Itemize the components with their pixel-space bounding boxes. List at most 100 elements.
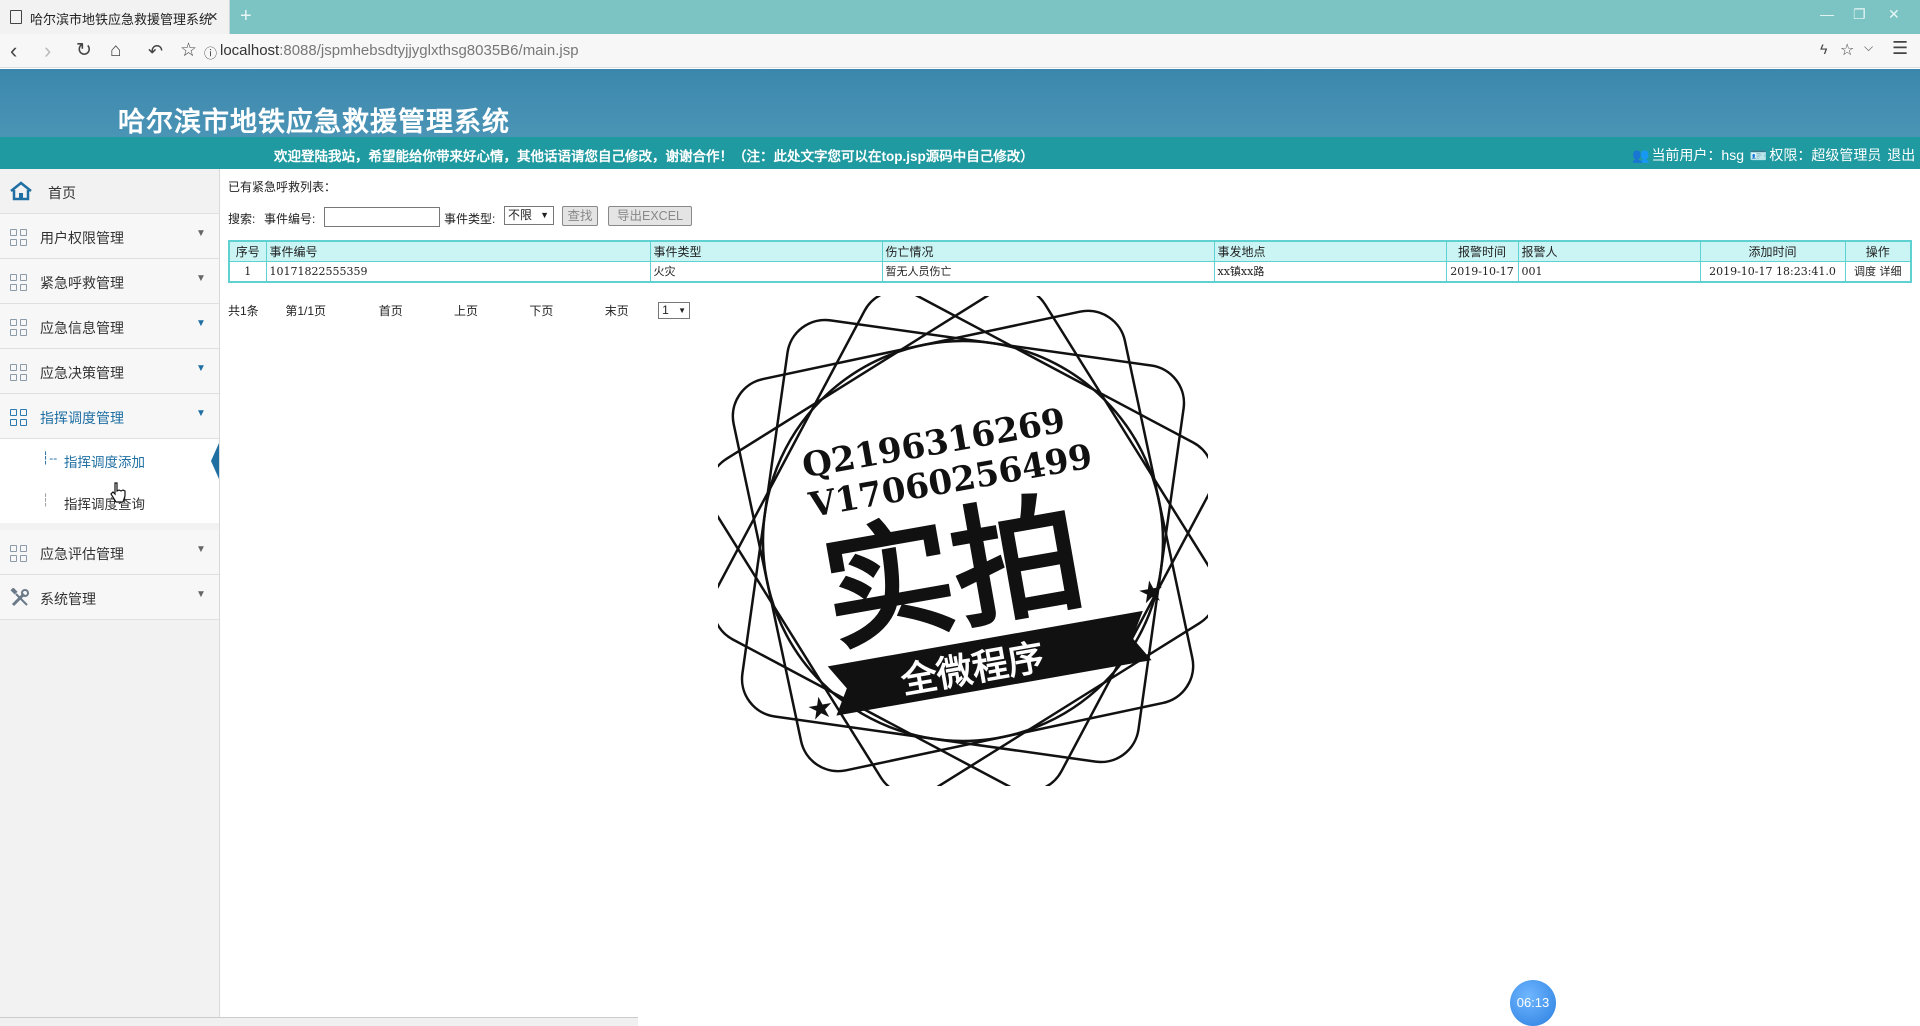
sidebar-item-label: 应急评估管理	[40, 546, 124, 562]
new-tab-button[interactable]: +	[240, 5, 252, 28]
url-field[interactable]: localhost:8088/jspmhebsdtyjjyglxthsg8035…	[220, 42, 579, 59]
chevron-down-icon: ▼	[196, 228, 206, 239]
chevron-down-icon: ▼	[196, 544, 206, 555]
current-user: 当前用户：hsg	[1651, 147, 1745, 163]
browser-tab[interactable]: 哈尔滨市地铁应急救援管理系统 ×	[0, 0, 230, 34]
welcome-text: 欢迎登陆我站，希望能给你带来好心情，其他话语请您自己修改，谢谢合作！（注：此处文…	[274, 149, 1034, 164]
tree-line: ┆--	[42, 451, 58, 465]
grid-icon	[10, 364, 28, 382]
sidebar-item-label: 首页	[48, 185, 76, 201]
event-type-select[interactable]: 不限 ▼	[504, 206, 554, 225]
logout-link[interactable]: 退出	[1887, 147, 1915, 163]
forward-icon[interactable]: ›	[44, 38, 51, 64]
star-icon: ★	[804, 690, 836, 727]
event-no-label: 事件编号:	[264, 212, 316, 226]
timer-badge[interactable]: 06:13	[1510, 980, 1556, 1026]
column-header: 操作	[1844, 240, 1912, 262]
column-header: 伤亡情况	[881, 240, 1215, 262]
role-icon: 🪪	[1749, 147, 1768, 163]
cell-index: 1	[228, 260, 267, 283]
grid-icon	[10, 409, 28, 427]
page-select[interactable]: 1 ▼	[658, 302, 691, 319]
dispatch-link[interactable]: 调度	[1854, 265, 1876, 278]
restore-icon[interactable]: ❐	[1853, 6, 1866, 23]
cell-reporter: 001	[1517, 260, 1701, 283]
sidebar-item-system[interactable]: 系统管理 ▼	[0, 575, 219, 620]
pager-first[interactable]: 首页	[379, 302, 451, 319]
home-icon	[10, 181, 32, 201]
pager-next[interactable]: 下页	[529, 302, 601, 319]
list-title: 已有紧急呼救列表：	[228, 180, 337, 194]
reload-icon[interactable]: ↻	[76, 38, 92, 64]
chevron-down-icon: ▼	[540, 210, 549, 220]
sidebar-item-home[interactable]: 首页	[0, 169, 219, 214]
column-header: 序号	[228, 240, 267, 262]
chevron-down-icon: ▼	[196, 408, 206, 419]
grid-icon	[10, 319, 28, 337]
table-row: 1 10171822555359 火灾 暂无人员伤亡 xx镇xx路 2019-1…	[228, 260, 1912, 283]
back-icon[interactable]: ‹	[10, 38, 17, 64]
search-row: 搜索: 事件编号: 事件类型: 不限 ▼ 查找 导出EXCEL	[228, 206, 708, 229]
sidebar-item-emergency-call[interactable]: 紧急呼救管理 ▼	[0, 259, 219, 304]
close-window-icon[interactable]: ✕	[1888, 6, 1900, 23]
submenu-item-label: 指挥调度添加	[64, 455, 145, 470]
column-header: 报警时间	[1445, 240, 1519, 262]
sidebar-item-emergency-assessment[interactable]: 应急评估管理 ▼	[0, 530, 219, 575]
sidebar-item-label: 应急信息管理	[40, 320, 124, 336]
sidebar-item-emergency-info[interactable]: 应急信息管理 ▼	[0, 304, 219, 349]
dropdown-icon[interactable]: ⌵	[1864, 40, 1873, 55]
submenu-item-label: 指挥调度查询	[64, 497, 145, 512]
column-header: 事件编号	[265, 240, 651, 262]
sidebar-item-label: 指挥调度管理	[40, 410, 124, 426]
pager-prev[interactable]: 上页	[454, 302, 526, 319]
bookmark-star-icon[interactable]: ☆	[180, 38, 197, 64]
tree-line: ┆	[42, 493, 50, 507]
minimize-icon[interactable]: —	[1820, 6, 1834, 22]
event-no-input[interactable]	[324, 207, 440, 227]
search-label: 搜索:	[228, 212, 256, 226]
chevron-down-icon: ▼	[196, 273, 206, 284]
cell-casualty: 暂无人员伤亡	[881, 260, 1215, 283]
cell-event-type: 火灾	[649, 260, 883, 283]
tab-title: 哈尔滨市地铁应急救援管理系统	[30, 12, 213, 27]
pager-total: 共1条	[228, 304, 259, 318]
chevron-down-icon: ▼	[196, 363, 206, 374]
search-button[interactable]: 查找	[562, 206, 598, 226]
column-header: 添加时间	[1699, 240, 1846, 262]
grid-icon	[10, 229, 28, 247]
user-icon: 👥	[1632, 147, 1650, 163]
star-icon: ★	[1135, 574, 1167, 611]
chevron-down-icon: ▼	[196, 318, 206, 329]
favorite-star-icon[interactable]: ☆	[1840, 40, 1854, 60]
detail-link[interactable]: 详细	[1880, 265, 1902, 278]
page-icon	[10, 10, 22, 24]
home-icon[interactable]: ⌂	[110, 38, 121, 64]
sidebar-item-label: 应急决策管理	[40, 365, 124, 381]
url-path: :8088/jspmhebsdtyjjyglxthsg8035B6/main.j…	[279, 42, 579, 59]
grid-icon	[10, 545, 28, 563]
undo-icon[interactable]: ↶	[148, 38, 163, 64]
submenu-item-dispatch-add[interactable]: ┆-- 指挥调度添加	[0, 439, 219, 481]
emergency-call-table: 序号 事件编号 事件类型 伤亡情况 事发地点 报警时间 报警人 添加时间 操作 …	[228, 240, 1912, 283]
sidebar-item-label: 系统管理	[40, 591, 96, 607]
flash-icon[interactable]: ϟ	[1820, 41, 1827, 57]
status-bar	[0, 1017, 638, 1026]
sidebar-item-user-permissions[interactable]: 用户权限管理 ▼	[0, 214, 219, 259]
sidebar-item-dispatch[interactable]: 指挥调度管理 ▼	[0, 394, 219, 439]
info-icon[interactable]: ⓘ	[204, 43, 217, 62]
chevron-down-icon: ▼	[196, 589, 206, 600]
export-excel-button[interactable]: 导出EXCEL	[608, 206, 692, 226]
hand-cursor-icon	[110, 482, 126, 503]
tab-close-icon[interactable]: ×	[208, 7, 218, 27]
browser-titlebar	[0, 0, 1920, 34]
selected-indicator-icon	[211, 443, 219, 479]
system-title: 哈尔滨市地铁应急救援管理系统	[118, 107, 510, 137]
table-header-row: 序号 事件编号 事件类型 伤亡情况 事发地点 报警时间 报警人 添加时间 操作	[228, 240, 1912, 262]
cell-actions: 调度 详细	[1844, 260, 1912, 283]
cell-alarm-time: 2019-10-17	[1445, 260, 1519, 283]
sidebar-item-emergency-decision[interactable]: 应急决策管理 ▼	[0, 349, 219, 394]
watermark-stamp: Q2196316269 V17060256499 实拍 全微程序 ★ ★	[718, 296, 1208, 786]
pager-last[interactable]: 末页	[605, 302, 655, 319]
menu-icon[interactable]: ☰	[1892, 38, 1908, 59]
tools-icon	[10, 588, 29, 607]
